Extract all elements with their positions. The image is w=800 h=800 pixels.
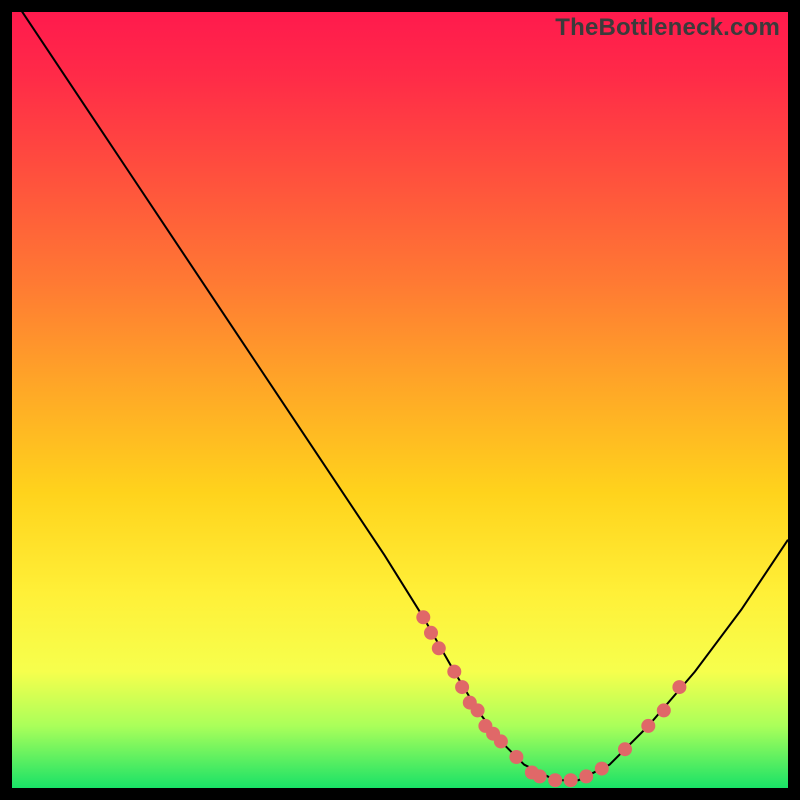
bottleneck-chart bbox=[12, 12, 788, 788]
data-dot bbox=[641, 719, 655, 733]
data-dot bbox=[579, 769, 593, 783]
data-dot bbox=[672, 680, 686, 694]
data-dot bbox=[657, 703, 671, 717]
data-dot bbox=[432, 641, 446, 655]
data-dot bbox=[618, 742, 632, 756]
data-dot bbox=[509, 750, 523, 764]
data-dot bbox=[447, 665, 461, 679]
data-dot bbox=[416, 610, 430, 624]
chart-frame: TheBottleneck.com bbox=[12, 12, 788, 788]
data-dots bbox=[416, 610, 686, 787]
data-dot bbox=[471, 703, 485, 717]
data-dot bbox=[548, 773, 562, 787]
data-dot bbox=[595, 762, 609, 776]
data-dot bbox=[564, 773, 578, 787]
data-dot bbox=[455, 680, 469, 694]
curve-path bbox=[12, 12, 788, 780]
data-dot bbox=[494, 734, 508, 748]
data-dot bbox=[424, 626, 438, 640]
data-dot bbox=[533, 769, 547, 783]
